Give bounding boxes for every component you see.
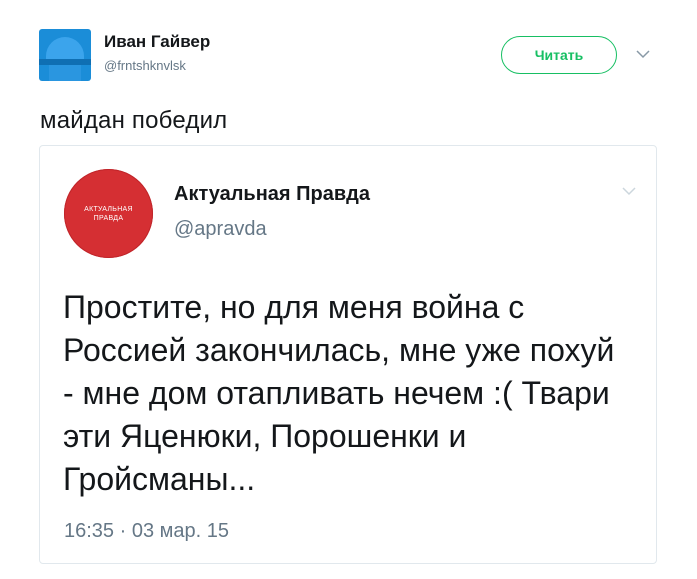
avatar-logo-text-line1: АКТУАЛЬНАЯ [84,205,133,213]
avatar-base-shape [49,65,81,81]
quoted-tweet-timestamp[interactable]: 16:35 · 03 мар. 15 [64,520,229,543]
author-handle[interactable]: @frntshknvlsk [104,58,186,73]
tweet-header: Иван Гайвер @frntshknvlsk Читать [0,0,697,100]
quoted-tweet-text: Простите, но для меня война с Россией за… [63,289,615,497]
chevron-down-icon[interactable] [622,186,636,196]
quoted-author-avatar[interactable]: АКТУАЛЬНАЯ ПРАВДА [64,169,153,258]
tweet-text: майдан победил [40,107,228,134]
quoted-author-name[interactable]: Актуальная Правда [174,183,370,206]
follow-button[interactable]: Читать [501,36,617,74]
quoted-tweet-card[interactable]: АКТУАЛЬНАЯ ПРАВДА Актуальная Правда @apr… [39,145,657,564]
quoted-author-handle[interactable]: @apravda [174,218,267,241]
chevron-down-icon[interactable] [636,49,650,59]
author-name[interactable]: Иван Гайвер [104,32,210,52]
avatar-logo-text-line2: ПРАВДА [93,214,124,222]
author-avatar[interactable] [39,29,91,81]
